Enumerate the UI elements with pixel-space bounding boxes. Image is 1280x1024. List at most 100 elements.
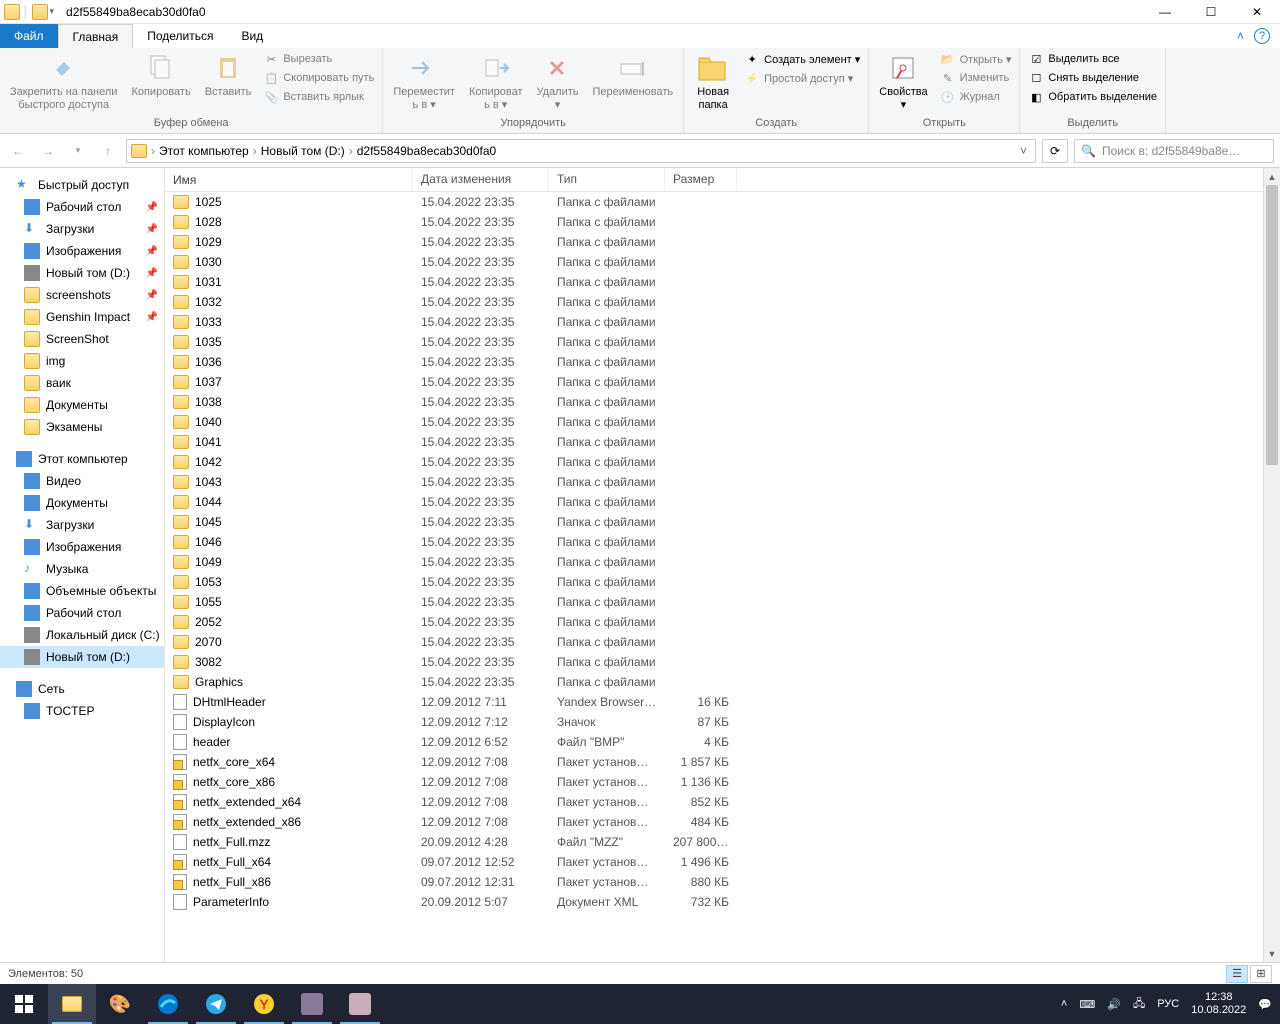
taskbar-yandex[interactable]: Y: [240, 984, 288, 1024]
sidebar-item-this-pc[interactable]: Этот компьютер: [0, 448, 164, 470]
taskbar-explorer[interactable]: [48, 984, 96, 1024]
taskbar-paint[interactable]: 🎨: [96, 984, 144, 1024]
taskbar-app2[interactable]: [336, 984, 384, 1024]
invert-selection-button[interactable]: ◧Обратить выделение: [1026, 88, 1159, 106]
tray-language[interactable]: РУС: [1157, 998, 1179, 1010]
sidebar-item-desktop[interactable]: Рабочий стол📌: [0, 196, 164, 218]
paste-button[interactable]: Вставить: [201, 50, 256, 101]
sidebar-item-screenshot[interactable]: ScreenShot: [0, 328, 164, 350]
sidebar-item-new-volume[interactable]: Новый том (D:)📌: [0, 262, 164, 284]
tab-share[interactable]: Поделиться: [133, 24, 227, 48]
taskbar-telegram[interactable]: [192, 984, 240, 1024]
file-row[interactable]: 205215.04.2022 23:35Папка с файлами: [165, 612, 1263, 632]
qat-dropdown[interactable]: ▾: [50, 6, 55, 17]
recent-dropdown[interactable]: ▾: [66, 139, 90, 163]
forward-button[interactable]: →: [36, 139, 60, 163]
delete-button[interactable]: Удалить ▾: [532, 50, 582, 113]
tray-volume-icon[interactable]: 🔊: [1107, 998, 1121, 1011]
file-row[interactable]: 103315.04.2022 23:35Папка с файлами: [165, 312, 1263, 332]
new-item-button[interactable]: ✦Создать элемент ▾: [742, 50, 862, 68]
sidebar-item-local-c[interactable]: Локальный диск (C:): [0, 624, 164, 646]
sidebar-item-documents[interactable]: Документы: [0, 394, 164, 416]
collapse-ribbon-icon[interactable]: ˄: [1237, 29, 1244, 43]
sidebar-item-pictures[interactable]: Изображения📌: [0, 240, 164, 262]
move-to-button[interactable]: Переместит ь в ▾: [389, 50, 459, 113]
scroll-up-icon[interactable]: ▲: [1264, 168, 1280, 185]
column-type[interactable]: Тип: [549, 168, 665, 191]
cut-button[interactable]: ✂Вырезать: [261, 50, 376, 68]
sidebar-item-exams[interactable]: Экзамены: [0, 416, 164, 438]
properties-button[interactable]: Свойства ▾: [875, 50, 931, 113]
column-name[interactable]: Имя: [165, 168, 413, 191]
help-icon[interactable]: ?: [1254, 28, 1270, 44]
file-row[interactable]: netfx_Full_x6409.07.2012 12:52Пакет уста…: [165, 852, 1263, 872]
sidebar-item-genshin[interactable]: Genshin Impact📌: [0, 306, 164, 328]
paste-shortcut-button[interactable]: 📎Вставить ярлык: [261, 88, 376, 106]
column-date[interactable]: Дата изменения: [413, 168, 549, 191]
file-row[interactable]: Graphics15.04.2022 23:35Папка с файлами: [165, 672, 1263, 692]
open-button[interactable]: 📂Открыть ▾: [938, 50, 1014, 68]
rename-button[interactable]: Переименовать: [588, 50, 677, 101]
sidebar-item-desktop2[interactable]: Рабочий стол: [0, 602, 164, 624]
file-row[interactable]: header12.09.2012 6:52Файл "BMP"4 КБ: [165, 732, 1263, 752]
sidebar-item-downloads2[interactable]: ⬇Загрузки: [0, 514, 164, 536]
scroll-down-icon[interactable]: ▼: [1264, 945, 1280, 962]
select-none-button[interactable]: ☐Снять выделение: [1026, 69, 1159, 87]
sidebar-item-pictures2[interactable]: Изображения: [0, 536, 164, 558]
pin-quick-access-button[interactable]: Закрепить на панели быстрого доступа: [6, 50, 121, 113]
file-row[interactable]: ParameterInfo20.09.2012 5:07Документ XML…: [165, 892, 1263, 912]
column-size[interactable]: Размер: [665, 168, 737, 191]
file-row[interactable]: netfx_core_x6412.09.2012 7:08Пакет устан…: [165, 752, 1263, 772]
sidebar-item-video[interactable]: Видео: [0, 470, 164, 492]
file-row[interactable]: 103715.04.2022 23:35Папка с файлами: [165, 372, 1263, 392]
tab-view[interactable]: Вид: [227, 24, 277, 48]
chevron-right-icon[interactable]: ›: [349, 144, 353, 158]
taskbar-edge[interactable]: [144, 984, 192, 1024]
chevron-right-icon[interactable]: ›: [253, 144, 257, 158]
copy-to-button[interactable]: Копироват ь в ▾: [465, 50, 527, 113]
sidebar-item-downloads[interactable]: ⬇Загрузки📌: [0, 218, 164, 240]
maximize-button[interactable]: ☐: [1188, 0, 1234, 24]
breadcrumb[interactable]: › Этот компьютер › Новый том (D:) › d2f5…: [126, 139, 1036, 163]
sidebar-item-3d[interactable]: Объемные объекты: [0, 580, 164, 602]
tray-overflow-icon[interactable]: ˄: [1061, 998, 1067, 1010]
file-row[interactable]: 102515.04.2022 23:35Папка с файлами: [165, 192, 1263, 212]
crumb[interactable]: Этот компьютер: [159, 144, 249, 158]
details-view-button[interactable]: ☰: [1226, 965, 1248, 983]
tray-notifications-icon[interactable]: 💬: [1258, 998, 1272, 1011]
sidebar-item-vaik[interactable]: ваик: [0, 372, 164, 394]
file-row[interactable]: 104315.04.2022 23:35Папка с файлами: [165, 472, 1263, 492]
sidebar-item-documents2[interactable]: Документы: [0, 492, 164, 514]
copy-path-button[interactable]: 📋Скопировать путь: [261, 69, 376, 87]
file-row[interactable]: 308215.04.2022 23:35Папка с файлами: [165, 652, 1263, 672]
start-button[interactable]: [0, 984, 48, 1024]
address-dropdown[interactable]: ˅: [1016, 144, 1031, 158]
crumb[interactable]: d2f55849ba8ecab30d0fa0: [357, 144, 496, 158]
file-row[interactable]: 104415.04.2022 23:35Папка с файлами: [165, 492, 1263, 512]
file-row[interactable]: DHtmlHeader12.09.2012 7:11Yandex Browser…: [165, 692, 1263, 712]
vertical-scrollbar[interactable]: ▲ ▼: [1263, 168, 1280, 962]
file-row[interactable]: 104515.04.2022 23:35Папка с файлами: [165, 512, 1263, 532]
file-row[interactable]: netfx_Full_x8609.07.2012 12:31Пакет уста…: [165, 872, 1263, 892]
file-row[interactable]: 103515.04.2022 23:35Папка с файлами: [165, 332, 1263, 352]
tray-network-icon[interactable]: 🖧: [1133, 995, 1145, 1014]
history-button[interactable]: 🕑Журнал: [938, 88, 1014, 106]
sidebar-item-music[interactable]: ♪Музыка: [0, 558, 164, 580]
file-row[interactable]: 102915.04.2022 23:35Папка с файлами: [165, 232, 1263, 252]
file-row[interactable]: 207015.04.2022 23:35Папка с файлами: [165, 632, 1263, 652]
file-row[interactable]: netfx_Full.mzz20.09.2012 4:28Файл "MZZ"2…: [165, 832, 1263, 852]
search-input[interactable]: 🔍 Поиск в: d2f55849ba8e…: [1074, 139, 1274, 163]
tray-clock[interactable]: 12:38 10.08.2022: [1191, 991, 1246, 1017]
tray-ime-icon[interactable]: ⌨: [1079, 998, 1095, 1011]
sidebar-item-screenshots[interactable]: screenshots📌: [0, 284, 164, 306]
file-row[interactable]: netfx_extended_x6412.09.2012 7:08Пакет у…: [165, 792, 1263, 812]
file-row[interactable]: netfx_extended_x8612.09.2012 7:08Пакет у…: [165, 812, 1263, 832]
file-row[interactable]: 105315.04.2022 23:35Папка с файлами: [165, 572, 1263, 592]
chevron-right-icon[interactable]: ›: [151, 144, 155, 158]
sidebar-item-quick-access[interactable]: ★Быстрый доступ: [0, 174, 164, 196]
up-button[interactable]: ↑: [96, 139, 120, 163]
file-row[interactable]: 103015.04.2022 23:35Папка с файлами: [165, 252, 1263, 272]
select-all-button[interactable]: ☑Выделить все: [1026, 50, 1159, 68]
file-row[interactable]: 103115.04.2022 23:35Папка с файлами: [165, 272, 1263, 292]
file-row[interactable]: 104015.04.2022 23:35Папка с файлами: [165, 412, 1263, 432]
